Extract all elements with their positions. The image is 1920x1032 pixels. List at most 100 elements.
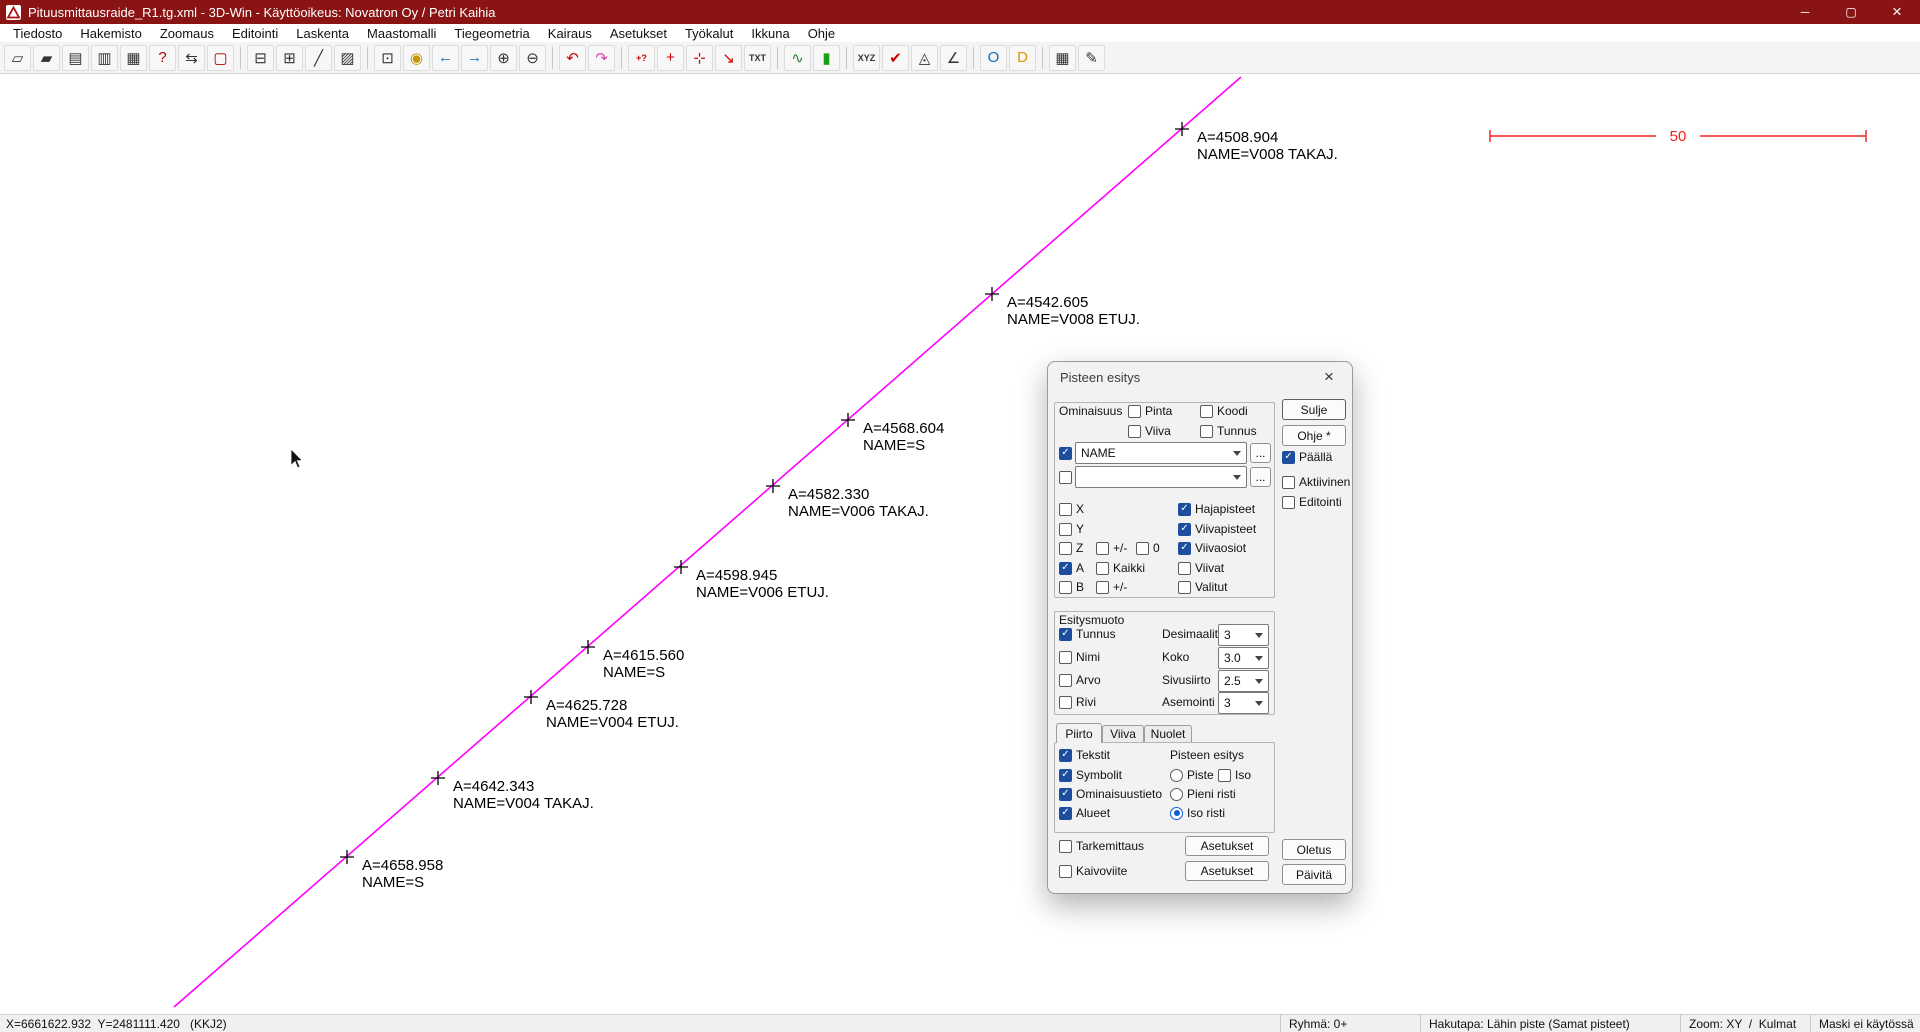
menu-hakemisto[interactable]: Hakemisto [71,24,150,42]
attribute2-combobox[interactable] [1075,466,1247,488]
profile-window-icon[interactable]: ▰ [33,45,60,71]
checkbox-pinta[interactable]: Pinta [1128,403,1172,419]
draw-pen-icon[interactable]: ✎ [1078,45,1105,71]
menu-asetukset[interactable]: Asetukset [601,24,676,42]
redo-icon[interactable]: ↷ [588,45,615,71]
checkbox-z-zero[interactable]: 0 [1136,540,1160,556]
checkbox-b[interactable]: B [1059,579,1084,595]
transfer-icon[interactable]: ⇆ [178,45,205,71]
survey-point[interactable]: A=4582.330NAME=V006 TAKAJ. [766,479,929,520]
checkbox-y[interactable]: Y [1059,521,1084,537]
print-icon[interactable]: ⊟ [247,45,274,71]
zoom-previous-icon[interactable]: ← [432,45,459,71]
checkbox-kaivoviite[interactable]: Kaivoviite [1059,863,1127,879]
checkbox-em-tunnus[interactable]: Tunnus [1059,626,1116,642]
checkbox-tekstit[interactable]: Tekstit [1059,747,1110,763]
copy-element-icon[interactable]: ▥ [91,45,118,71]
checkbox-symbolit[interactable]: Symbolit [1059,767,1122,783]
code-table-icon[interactable]: ⊞ [276,45,303,71]
angle-tool-icon[interactable]: ∠ [940,45,967,71]
checkbox-attribute1[interactable] [1059,445,1072,461]
koko-select[interactable]: 3.0 [1218,647,1269,669]
menu-zoomaus[interactable]: Zoomaus [151,24,223,42]
survey-point[interactable]: A=4568.604NAME=S [841,413,944,454]
survey-point[interactable]: A=4642.343NAME=V004 TAKAJ. [431,771,594,812]
radio-pieni-risti[interactable]: Pieni risti [1170,786,1236,802]
attribute1-more-button[interactable]: ... [1250,443,1271,463]
checkbox-viiva[interactable]: Viiva [1128,423,1171,439]
sivusiirto-select[interactable]: 2.5 [1218,670,1269,692]
check-points-icon[interactable]: ✔ [882,45,909,71]
menu-tiegeometria[interactable]: Tiegeometria [445,24,538,42]
d-toggle-icon[interactable]: D [1009,45,1036,71]
checkbox-kaikki[interactable]: Kaikki [1096,560,1145,576]
checkbox-attribute2[interactable] [1059,469,1072,485]
kaivoviite-asetukset-button[interactable]: Asetukset [1185,861,1269,881]
checkbox-em-rivi[interactable]: Rivi [1059,694,1096,710]
hatch-area-icon[interactable]: ▨ [334,45,361,71]
menu-laskenta[interactable]: Laskenta [287,24,358,42]
menu-ikkuna[interactable]: Ikkuna [742,24,798,42]
file-manager-icon[interactable]: ▤ [62,45,89,71]
move-point-icon[interactable]: ⊹ [686,45,713,71]
checkbox-a[interactable]: A [1059,560,1084,576]
dialog-titlebar[interactable]: Pisteen esitys × [1048,362,1352,392]
point-search-icon[interactable]: ? [149,45,176,71]
checkbox-alueet[interactable]: Alueet [1059,805,1110,821]
radio-iso-risti[interactable]: Iso risti [1170,805,1225,821]
tab-viiva[interactable]: Viiva [1102,725,1144,742]
active-file-icon[interactable]: ▢ [207,45,234,71]
o-toggle-icon[interactable]: O [980,45,1007,71]
checkbox-hajapisteet[interactable]: Hajapisteet [1178,501,1255,517]
zoom-extents-icon[interactable]: ⊡ [374,45,401,71]
point-info-icon[interactable]: +? [628,45,655,71]
oletus-button[interactable]: Oletus [1282,839,1346,860]
profile-view-icon[interactable]: ∿ [784,45,811,71]
map-drawing[interactable]: A=4508.904NAME=V008 TAKAJ.A=4542.605NAME… [0,74,1920,1014]
desimaalit-select[interactable]: 3 [1218,624,1269,646]
menu-tiedosto[interactable]: Tiedosto [4,24,71,42]
zoom-next-icon[interactable]: → [461,45,488,71]
checkbox-em-nimi[interactable]: Nimi [1059,649,1100,665]
close-button[interactable]: × [1874,0,1920,24]
coordinate-label-icon[interactable]: XYZ [853,45,880,71]
map-canvas[interactable]: A=4508.904NAME=V008 TAKAJ.A=4542.605NAME… [0,74,1920,1014]
sulje-button[interactable]: Sulje [1282,399,1346,420]
menu-kairaus[interactable]: Kairaus [539,24,601,42]
checkbox-iso[interactable]: Iso [1218,767,1251,783]
maximize-button[interactable]: ▢ [1828,0,1874,24]
checkbox-tarkemittaus[interactable]: Tarkemittaus [1059,838,1144,854]
triangle-model-icon[interactable]: ◬ [911,45,938,71]
dialog-close-icon[interactable]: × [1318,367,1340,387]
menu-maastomalli[interactable]: Maastomalli [358,24,445,42]
close-profile-icon[interactable]: ▮ [813,45,840,71]
survey-point[interactable]: A=4625.728NAME=V004 ETUJ. [524,690,679,731]
checkbox-em-arvo[interactable]: Arvo [1059,672,1101,688]
menu-editointi[interactable]: Editointi [223,24,287,42]
survey-point[interactable]: A=4615.560NAME=S [581,640,684,681]
minimize-button[interactable]: ─ [1782,0,1828,24]
checkbox-z-plusminus[interactable]: +/- [1096,540,1127,556]
asemointi-select[interactable]: 3 [1218,692,1269,714]
survey-point[interactable]: A=4508.904NAME=V008 TAKAJ. [1175,122,1338,163]
checkbox-viivapisteet[interactable]: Viivapisteet [1178,521,1256,537]
redraw-lamp-icon[interactable]: ◉ [403,45,430,71]
menu-tyokalut[interactable]: Työkalut [676,24,742,42]
checkbox-tunnus[interactable]: Tunnus [1200,423,1257,439]
checkbox-valitut[interactable]: Valitut [1178,579,1227,595]
checkbox-paalla[interactable]: Päällä [1282,449,1332,465]
checkbox-viivat[interactable]: Viivat [1178,560,1224,576]
zoom-out-icon[interactable]: ⊖ [519,45,546,71]
checkbox-koodi[interactable]: Koodi [1200,403,1248,419]
add-point-icon[interactable]: + [657,45,684,71]
menu-ohje[interactable]: Ohje [799,24,844,42]
undo-icon[interactable]: ↶ [559,45,586,71]
tab-piirto[interactable]: Piirto [1056,723,1102,743]
attribute1-combobox[interactable]: NAME [1075,442,1247,464]
tab-nuolet[interactable]: Nuolet [1144,725,1192,742]
pick-point-icon[interactable]: ↘ [715,45,742,71]
dialog-pisteen-esitys[interactable]: Pisteen esitys × Ominaisuus Pinta Koodi … [1047,361,1353,894]
paivita-button[interactable]: Päivitä [1282,864,1346,885]
checkbox-aktiivinen[interactable]: Aktiivinen [1282,474,1350,490]
checkbox-viivaosiot[interactable]: Viivaosiot [1178,540,1246,556]
